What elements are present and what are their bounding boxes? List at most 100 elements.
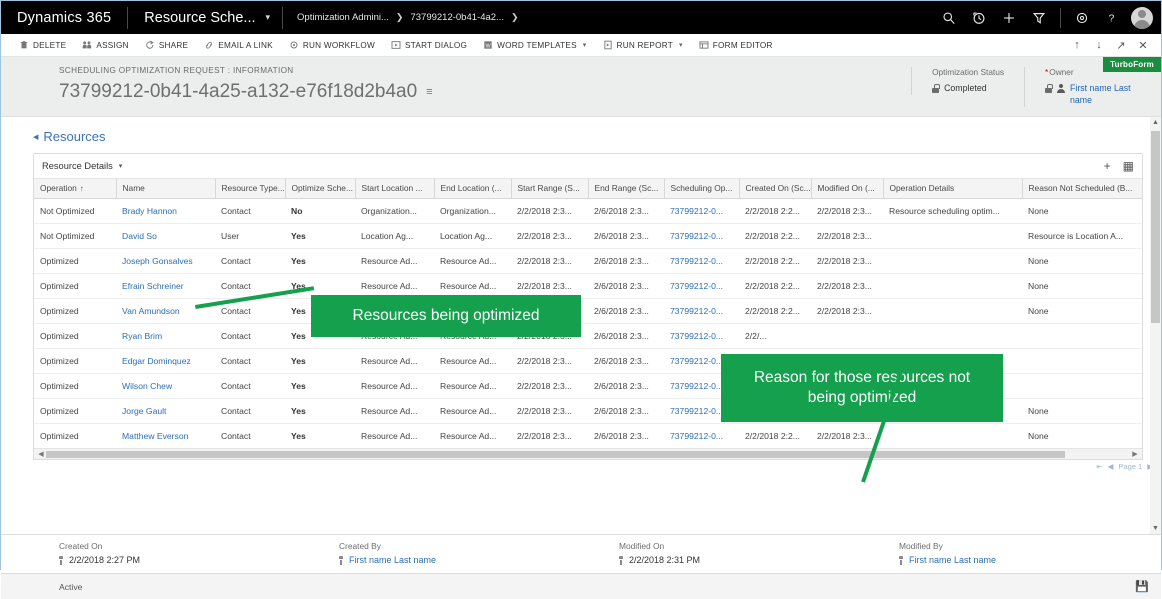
scroll-up-icon[interactable]: ▲ [1150, 117, 1161, 128]
owner-value-wrap[interactable]: First name Last name [1045, 83, 1141, 107]
col-end-location[interactable]: End Location (... [434, 179, 511, 199]
cell-name[interactable]: Matthew Everson [116, 424, 215, 449]
cell-scheduling-op[interactable]: 73799212-0... [664, 299, 739, 324]
search-icon[interactable] [934, 1, 964, 34]
command-bar: DELETE ASSIGN SHARE EMAIL A LINK RUN WOR… [1, 34, 1161, 57]
scroll-thumb[interactable] [46, 451, 1065, 458]
col-name[interactable]: Name [116, 179, 215, 199]
run-report-button[interactable]: RUN REPORT ▾ [595, 34, 691, 57]
grid-view-icon[interactable]: ▦ [1123, 160, 1134, 172]
resources-section-header[interactable]: ◀ Resources [33, 129, 1161, 144]
scroll-right-icon[interactable]: ▶ [1130, 450, 1140, 458]
cell-name[interactable]: Joseph Gonsalves [116, 249, 215, 274]
close-icon[interactable]: ✕ [1133, 34, 1153, 57]
pager-label: Page 1 [1118, 462, 1142, 471]
cell-scheduling-op[interactable]: 73799212-0... [664, 249, 739, 274]
created-by-value: First name Last name [349, 555, 436, 565]
top-nav-actions: ? [934, 1, 1161, 34]
record-menu-icon[interactable]: ≡ [426, 86, 432, 98]
scroll-left-icon[interactable]: ◀ [36, 450, 46, 458]
col-operation-details[interactable]: Operation Details [883, 179, 1022, 199]
help-icon[interactable]: ? [1097, 1, 1127, 34]
plus-icon[interactable]: + [1104, 160, 1111, 172]
cell-operation-details [883, 324, 1022, 349]
col-start-range[interactable]: Start Range (S... [511, 179, 588, 199]
cell-name[interactable]: Jorge Gault [116, 399, 215, 424]
cell-name[interactable]: Van Amundson [116, 299, 215, 324]
brand-label[interactable]: Dynamics 365 [1, 10, 127, 26]
app-selector[interactable]: Resource Sche... ▾ [128, 10, 282, 26]
cell-name[interactable]: Brady Hannon [116, 199, 215, 224]
cell-modified-on: 2/2/2018 2:3... [811, 299, 883, 324]
pager-prev-icon[interactable]: ◀ [1108, 462, 1114, 471]
created-by-value-wrap[interactable]: First name Last name [339, 555, 601, 565]
table-row[interactable]: OptimizedMatthew EversonContactYesResour… [34, 424, 1142, 449]
cell-scheduling-op[interactable]: 73799212-0... [664, 324, 739, 349]
chevron-down-icon-2: ▾ [679, 41, 683, 49]
assign-button[interactable]: ASSIGN [74, 34, 136, 57]
view-selector[interactable]: Resource Details ▾ [42, 161, 122, 171]
word-templates-button[interactable]: W WORD TEMPLATES ▾ [475, 34, 594, 57]
grid-pager[interactable]: ⇤ ◀ Page 1 ▶ [15, 460, 1161, 471]
cell-end-range: 2/6/2018 2:3... [588, 249, 664, 274]
table-row[interactable]: Not OptimizedBrady HannonContactNoOrgani… [34, 199, 1142, 224]
cell-operation-details [883, 299, 1022, 324]
cell-scheduling-op[interactable]: 73799212-0... [664, 199, 739, 224]
cell-resource-type: Contact [215, 349, 285, 374]
table-row[interactable]: OptimizedRyan BrimContactYesResource Ad.… [34, 324, 1142, 349]
col-reason-not-scheduled[interactable]: Reason Not Scheduled (B... [1022, 179, 1142, 199]
table-row[interactable]: OptimizedJoseph GonsalvesContactYesResou… [34, 249, 1142, 274]
grid-horizontal-scrollbar[interactable]: ◀ ▶ [34, 448, 1142, 459]
popout-icon[interactable]: ↗ [1111, 34, 1131, 57]
col-modified-on[interactable]: Modified On (... [811, 179, 883, 199]
form-editor-button[interactable]: FORM EDITOR [691, 34, 781, 57]
cell-end-location: Organization... [434, 199, 511, 224]
cell-scheduling-op[interactable]: 73799212-0... [664, 224, 739, 249]
breadcrumb: Optimization Admini... ❯ 73799212-0b41-4… [283, 12, 518, 23]
delete-button[interactable]: DELETE [11, 34, 74, 57]
cell-scheduling-op[interactable]: 73799212-0... [664, 424, 739, 449]
col-end-range[interactable]: End Range (Sc... [588, 179, 664, 199]
cell-name[interactable]: Edgar Dominquez [116, 349, 215, 374]
cell-operation: Optimized [34, 299, 116, 324]
email-a-link-button[interactable]: EMAIL A LINK [196, 34, 281, 57]
breadcrumb-item-1[interactable]: 73799212-0b41-4a2... [410, 12, 504, 23]
run-workflow-button[interactable]: RUN WORKFLOW [281, 34, 383, 57]
cell-end-range: 2/6/2018 2:3... [588, 299, 664, 324]
up-arrow-icon[interactable]: ↑ [1067, 34, 1087, 57]
page-vertical-scrollbar[interactable]: ▲ ▼ [1150, 117, 1161, 534]
share-button[interactable]: SHARE [137, 34, 196, 57]
scroll-track[interactable] [46, 451, 1130, 458]
settings-icon[interactable] [1067, 1, 1097, 34]
col-start-location[interactable]: Start Location ... [355, 179, 434, 199]
scroll-down-icon[interactable]: ▼ [1150, 523, 1161, 534]
quick-create-icon[interactable] [994, 1, 1024, 34]
app-name-label: Resource Sche... [144, 10, 255, 26]
cell-start-range: 2/2/2018 2:3... [511, 424, 588, 449]
table-row[interactable]: OptimizedEfrain SchreinerContactYesResou… [34, 274, 1142, 299]
table-row[interactable]: Not OptimizedDavid SoUserYesLocation Ag.… [34, 224, 1142, 249]
col-resource-type[interactable]: Resource Type... [215, 179, 285, 199]
cell-name[interactable]: Ryan Brim [116, 324, 215, 349]
advanced-find-icon[interactable] [1024, 1, 1054, 34]
grid-toolbar-actions: + ▦ [1104, 160, 1134, 172]
cell-scheduling-op[interactable]: 73799212-0... [664, 274, 739, 299]
save-icon[interactable]: 💾 [1135, 580, 1161, 593]
col-operation[interactable]: Operation↑ [34, 179, 116, 199]
col-optimize-schedule[interactable]: Optimize Sche... [285, 179, 355, 199]
pager-first-icon[interactable]: ⇤ [1096, 462, 1102, 471]
down-arrow-icon[interactable]: ↓ [1089, 34, 1109, 57]
cell-name[interactable]: Efrain Schreiner [116, 274, 215, 299]
breadcrumb-item-0[interactable]: Optimization Admini... [297, 12, 389, 23]
col-created-on[interactable]: Created On (Sc... [739, 179, 811, 199]
cell-name[interactable]: David So [116, 224, 215, 249]
page-scroll-thumb[interactable] [1151, 131, 1160, 323]
cell-optimize: Yes [285, 349, 355, 374]
table-row[interactable]: OptimizedVan AmundsonContactYesResource … [34, 299, 1142, 324]
recent-icon[interactable] [964, 1, 994, 34]
start-dialog-button[interactable]: START DIALOG [383, 34, 475, 57]
avatar[interactable] [1131, 7, 1153, 29]
col-scheduling-op[interactable]: Scheduling Op... [664, 179, 739, 199]
cell-name[interactable]: Wilson Chew [116, 374, 215, 399]
modified-by-value-wrap[interactable]: First name Last name [899, 555, 1161, 565]
